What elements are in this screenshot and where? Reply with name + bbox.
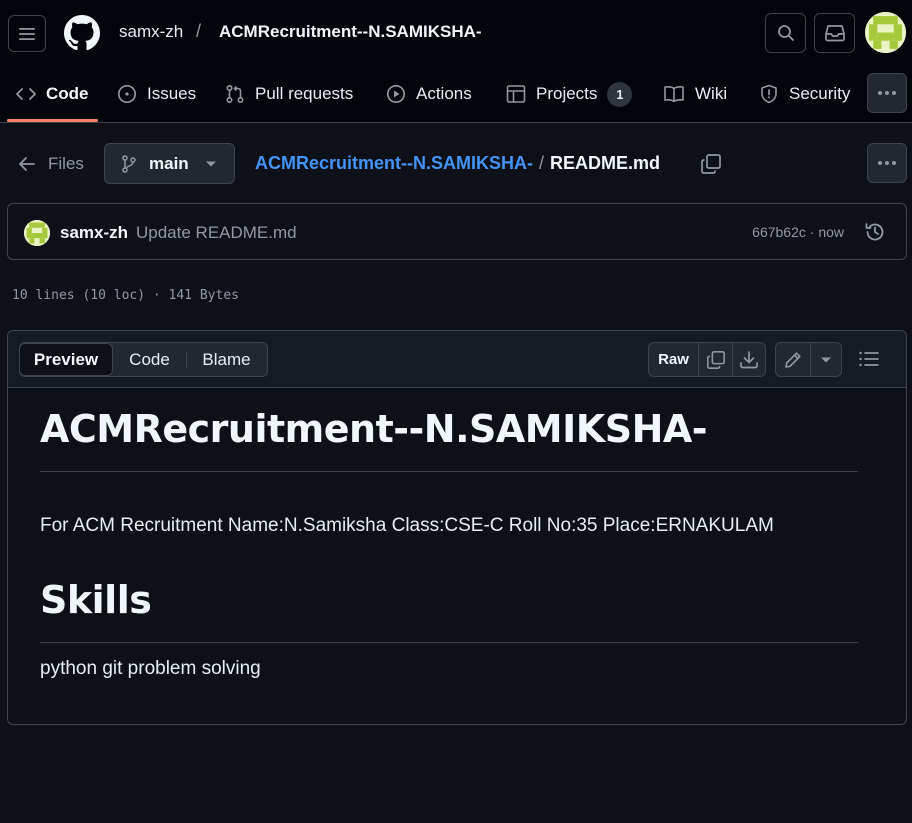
git-branch-icon bbox=[121, 154, 137, 173]
tab-actions-label: Actions bbox=[416, 84, 472, 103]
projects-count-badge: 1 bbox=[607, 81, 633, 107]
branch-name: main bbox=[149, 153, 189, 173]
readme-title: ACMRecruitment--N.SAMIKSHA- bbox=[40, 407, 708, 451]
user-avatar[interactable] bbox=[865, 12, 906, 53]
raw-actions-group: Raw bbox=[648, 342, 766, 377]
download-icon bbox=[739, 350, 759, 370]
triangle-down-icon bbox=[205, 160, 217, 168]
files-label: Files bbox=[48, 154, 84, 173]
tab-issues-label: Issues bbox=[147, 84, 197, 103]
shield-icon bbox=[759, 84, 779, 104]
back-to-files-button[interactable]: Files bbox=[18, 150, 84, 178]
heading-divider bbox=[40, 642, 858, 643]
breadcrumb-separator: / bbox=[196, 21, 202, 41]
code-icon bbox=[16, 86, 36, 102]
commit-message[interactable]: Update README.md bbox=[136, 223, 297, 243]
github-logo-icon[interactable] bbox=[64, 15, 100, 51]
raw-button[interactable]: Raw bbox=[649, 343, 698, 376]
kebab-horizontal-icon bbox=[877, 160, 897, 166]
history-icon[interactable] bbox=[864, 221, 886, 243]
latest-commit-bar: samx-zh Update README.md 667b62c · now bbox=[7, 203, 907, 260]
tab-projects-label: Projects bbox=[536, 84, 598, 103]
commit-author[interactable]: samx-zh bbox=[60, 223, 128, 243]
tab-preview[interactable]: Preview bbox=[19, 343, 113, 376]
tab-security[interactable]: Security bbox=[759, 66, 850, 122]
list-unordered-icon[interactable] bbox=[858, 350, 880, 368]
table-icon bbox=[506, 84, 526, 104]
file-options-button[interactable] bbox=[867, 143, 907, 183]
arrow-left-icon bbox=[18, 156, 36, 172]
play-icon bbox=[386, 84, 406, 104]
tab-code-view[interactable]: Code bbox=[113, 343, 186, 376]
readme-content: ACMRecruitment--N.SAMIKSHA- For ACM Recr… bbox=[40, 402, 858, 679]
copy-icon bbox=[706, 350, 726, 370]
skills-heading: Skills bbox=[40, 578, 152, 622]
tab-wiki[interactable]: Wiki bbox=[663, 66, 727, 122]
copy-path-icon[interactable] bbox=[700, 153, 722, 175]
view-mode-switcher: Preview Code Blame bbox=[19, 342, 268, 377]
tab-projects[interactable]: Projects 1 bbox=[506, 66, 633, 122]
path-separator: / bbox=[539, 153, 545, 173]
branch-selector[interactable]: main bbox=[104, 143, 235, 184]
repo-nav: Code Issues Pull requests Actions Projec… bbox=[0, 66, 912, 123]
commit-sha-time[interactable]: 667b62c · now bbox=[752, 224, 844, 240]
readme-intro-paragraph: For ACM Recruitment Name:N.Samiksha Clas… bbox=[40, 515, 774, 536]
search-button[interactable] bbox=[765, 13, 806, 53]
file-viewer-header: Preview Code Blame Raw bbox=[8, 331, 906, 388]
tab-pull-requests-label: Pull requests bbox=[255, 84, 354, 103]
file-stats: 10 lines (10 loc) · 141 Bytes bbox=[12, 288, 239, 303]
triangle-down-icon bbox=[820, 356, 832, 364]
more-tabs-button[interactable] bbox=[867, 73, 907, 113]
download-button[interactable] bbox=[732, 343, 765, 376]
global-header: samx-zh / ACMRecruitment--N.SAMIKSHA- bbox=[0, 0, 912, 66]
file-path-breadcrumb: ACMRecruitment--N.SAMIKSHA- / README.md bbox=[255, 153, 660, 174]
inbox-icon bbox=[824, 24, 845, 42]
skills-section: Skills bbox=[40, 573, 858, 643]
edit-options-dropdown[interactable] bbox=[810, 343, 841, 376]
tab-code-label: Code bbox=[46, 84, 89, 103]
tab-wiki-label: Wiki bbox=[695, 84, 728, 103]
menu-button[interactable] bbox=[8, 15, 46, 52]
tab-blame[interactable]: Blame bbox=[187, 343, 266, 376]
heading-divider bbox=[40, 471, 858, 472]
commit-author-avatar[interactable] bbox=[24, 220, 50, 246]
tab-code[interactable]: Code bbox=[16, 66, 89, 122]
inbox-button[interactable] bbox=[814, 13, 855, 53]
git-pull-request-icon bbox=[225, 84, 245, 104]
tab-actions[interactable]: Actions bbox=[386, 66, 472, 122]
kebab-horizontal-icon bbox=[877, 90, 897, 96]
path-file-name: README.md bbox=[550, 153, 661, 173]
tab-security-label: Security bbox=[789, 84, 851, 103]
tab-issues[interactable]: Issues bbox=[117, 66, 196, 122]
edit-file-button[interactable] bbox=[776, 343, 810, 376]
skills-paragraph: python git problem solving bbox=[40, 658, 261, 679]
copy-raw-button[interactable] bbox=[698, 343, 732, 376]
book-icon bbox=[663, 84, 685, 104]
raw-label: Raw bbox=[658, 351, 689, 368]
path-repo-link[interactable]: ACMRecruitment--N.SAMIKSHA- bbox=[255, 153, 533, 174]
edit-actions-group bbox=[775, 342, 842, 377]
active-tab-underline bbox=[7, 119, 98, 122]
repo-link[interactable]: ACMRecruitment--N.SAMIKSHA- bbox=[219, 22, 482, 42]
pencil-icon bbox=[784, 351, 802, 369]
issue-opened-icon bbox=[117, 84, 137, 104]
search-icon bbox=[777, 24, 795, 42]
owner-link[interactable]: samx-zh bbox=[119, 22, 183, 42]
hamburger-icon bbox=[18, 26, 36, 42]
tab-pull-requests[interactable]: Pull requests bbox=[225, 66, 353, 122]
